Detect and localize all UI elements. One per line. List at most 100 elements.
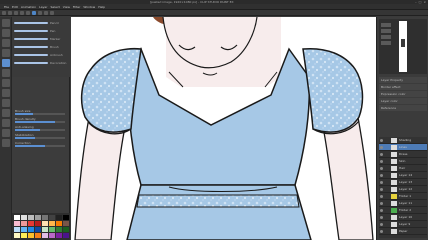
visibility-eye-icon[interactable] (380, 139, 383, 142)
layer-row[interactable]: Shading (379, 137, 427, 144)
layer-property-row[interactable]: Border effect (379, 84, 427, 90)
color-swatch[interactable] (63, 227, 69, 232)
menu-filter[interactable]: Filter (73, 5, 80, 9)
color-swatch[interactable] (42, 215, 48, 220)
zoom-in-icon[interactable] (381, 23, 391, 27)
transform-icon[interactable] (44, 10, 48, 15)
redo-icon[interactable] (26, 10, 30, 15)
layer-row[interactable]: Layer 13 (379, 179, 427, 186)
menu-window[interactable]: Window (83, 5, 95, 9)
color-swatch[interactable] (28, 233, 34, 238)
color-swatch[interactable] (63, 221, 69, 226)
visibility-eye-icon[interactable] (380, 223, 383, 226)
menu-help[interactable]: Help (98, 5, 105, 9)
color-swatch[interactable] (63, 215, 69, 220)
color-swatch[interactable] (14, 227, 20, 232)
undo-icon[interactable] (20, 10, 24, 15)
visibility-eye-icon[interactable] (380, 160, 383, 163)
color-swatch[interactable] (14, 221, 20, 226)
layer-row[interactable]: Folder 1 (379, 193, 427, 200)
rotate-icon[interactable] (381, 35, 391, 39)
figure-tool-icon[interactable] (2, 129, 10, 137)
layer-row[interactable]: Paper (379, 228, 427, 235)
color-swatch[interactable] (56, 227, 62, 232)
layer-row[interactable]: Hair (379, 165, 427, 172)
color-swatch[interactable] (35, 221, 41, 226)
color-swatch[interactable] (21, 233, 27, 238)
visibility-eye-icon[interactable] (380, 216, 383, 219)
color-swatch[interactable] (56, 233, 62, 238)
brush-preset[interactable]: Airbrush (14, 53, 64, 57)
property-row[interactable]: Stabilization (12, 133, 70, 141)
visibility-eye-icon[interactable] (380, 146, 383, 149)
layer-property-row[interactable]: Reference (379, 105, 427, 111)
color-swatch[interactable] (21, 215, 27, 220)
color-swatch[interactable] (49, 215, 55, 220)
color-swatch[interactable] (14, 233, 20, 238)
layer-row[interactable]: Lines (379, 144, 427, 151)
layer-property-row[interactable]: Layer color (379, 98, 427, 104)
visibility-eye-icon[interactable] (380, 188, 383, 191)
menu-animation[interactable]: Animation (21, 5, 36, 9)
select-tool-icon[interactable] (2, 39, 10, 47)
layer-row[interactable]: Folder 2 (379, 207, 427, 214)
brush-preset[interactable]: Marker (14, 37, 64, 41)
layer-row[interactable]: Layer 11 (379, 200, 427, 207)
pencil-tool-icon[interactable] (2, 69, 10, 77)
color-swatch[interactable] (35, 215, 41, 220)
brush-preset[interactable]: Pen (14, 29, 64, 33)
visibility-eye-icon[interactable] (380, 181, 383, 184)
pen-tool-icon[interactable] (2, 59, 10, 67)
color-swatch[interactable] (42, 221, 48, 226)
property-slider[interactable] (15, 137, 65, 139)
layer-row[interactable]: Layer 14 (379, 172, 427, 179)
visibility-eye-icon[interactable] (380, 202, 383, 205)
visibility-eye-icon[interactable] (380, 209, 383, 212)
layer-row[interactable]: Dress (379, 151, 427, 158)
color-swatch[interactable] (49, 221, 55, 226)
property-row[interactable]: Anti-aliasing (12, 125, 70, 133)
property-slider[interactable] (15, 129, 65, 131)
property-slider[interactable] (15, 145, 65, 147)
menu-select[interactable]: Select (51, 5, 60, 9)
layer-row[interactable]: Layer 10 (379, 214, 427, 221)
color-swatch[interactable] (56, 215, 62, 220)
color-swatch[interactable] (56, 221, 62, 226)
fill-icon[interactable] (38, 10, 42, 15)
layer-property-row[interactable]: Expression color (379, 91, 427, 97)
property-row[interactable]: Brush size (12, 109, 70, 117)
menu-file[interactable]: File (4, 5, 9, 9)
visibility-eye-icon[interactable] (380, 167, 383, 170)
menu-layer[interactable]: Layer (39, 5, 47, 9)
color-swatch[interactable] (35, 233, 41, 238)
color-swatch[interactable] (49, 233, 55, 238)
drawing-canvas[interactable] (71, 17, 376, 240)
property-slider[interactable] (15, 121, 65, 123)
color-swatch[interactable] (28, 215, 34, 220)
brush-preset[interactable]: Pencil (14, 21, 64, 25)
layer-row[interactable]: Layer 9 (379, 221, 427, 228)
eraser-tool-icon[interactable] (2, 99, 10, 107)
airbrush-tool-icon[interactable] (2, 89, 10, 97)
property-row[interactable]: Brush density (12, 117, 70, 125)
color-swatch[interactable] (14, 215, 20, 220)
brush-preset[interactable]: Decoration (14, 61, 66, 65)
text-tool-icon[interactable] (2, 139, 10, 147)
move-tool-icon[interactable] (2, 29, 10, 37)
brush-preset[interactable]: Brush (14, 45, 64, 49)
color-swatch[interactable] (42, 233, 48, 238)
fill-tool-icon[interactable] (2, 109, 10, 117)
save-icon[interactable] (14, 10, 18, 15)
color-swatch[interactable] (28, 221, 34, 226)
visibility-eye-icon[interactable] (380, 174, 383, 177)
color-swatch[interactable] (35, 227, 41, 232)
layer-row[interactable]: Skin (379, 158, 427, 165)
visibility-eye-icon[interactable] (380, 230, 383, 233)
color-swatch[interactable] (49, 227, 55, 232)
color-swatch[interactable] (28, 227, 34, 232)
visibility-eye-icon[interactable] (380, 153, 383, 156)
layer-property-row[interactable]: Layer Property (379, 77, 427, 83)
color-swatch[interactable] (42, 227, 48, 232)
zoom-out-icon[interactable] (381, 29, 391, 33)
color-swatch[interactable] (21, 227, 27, 232)
